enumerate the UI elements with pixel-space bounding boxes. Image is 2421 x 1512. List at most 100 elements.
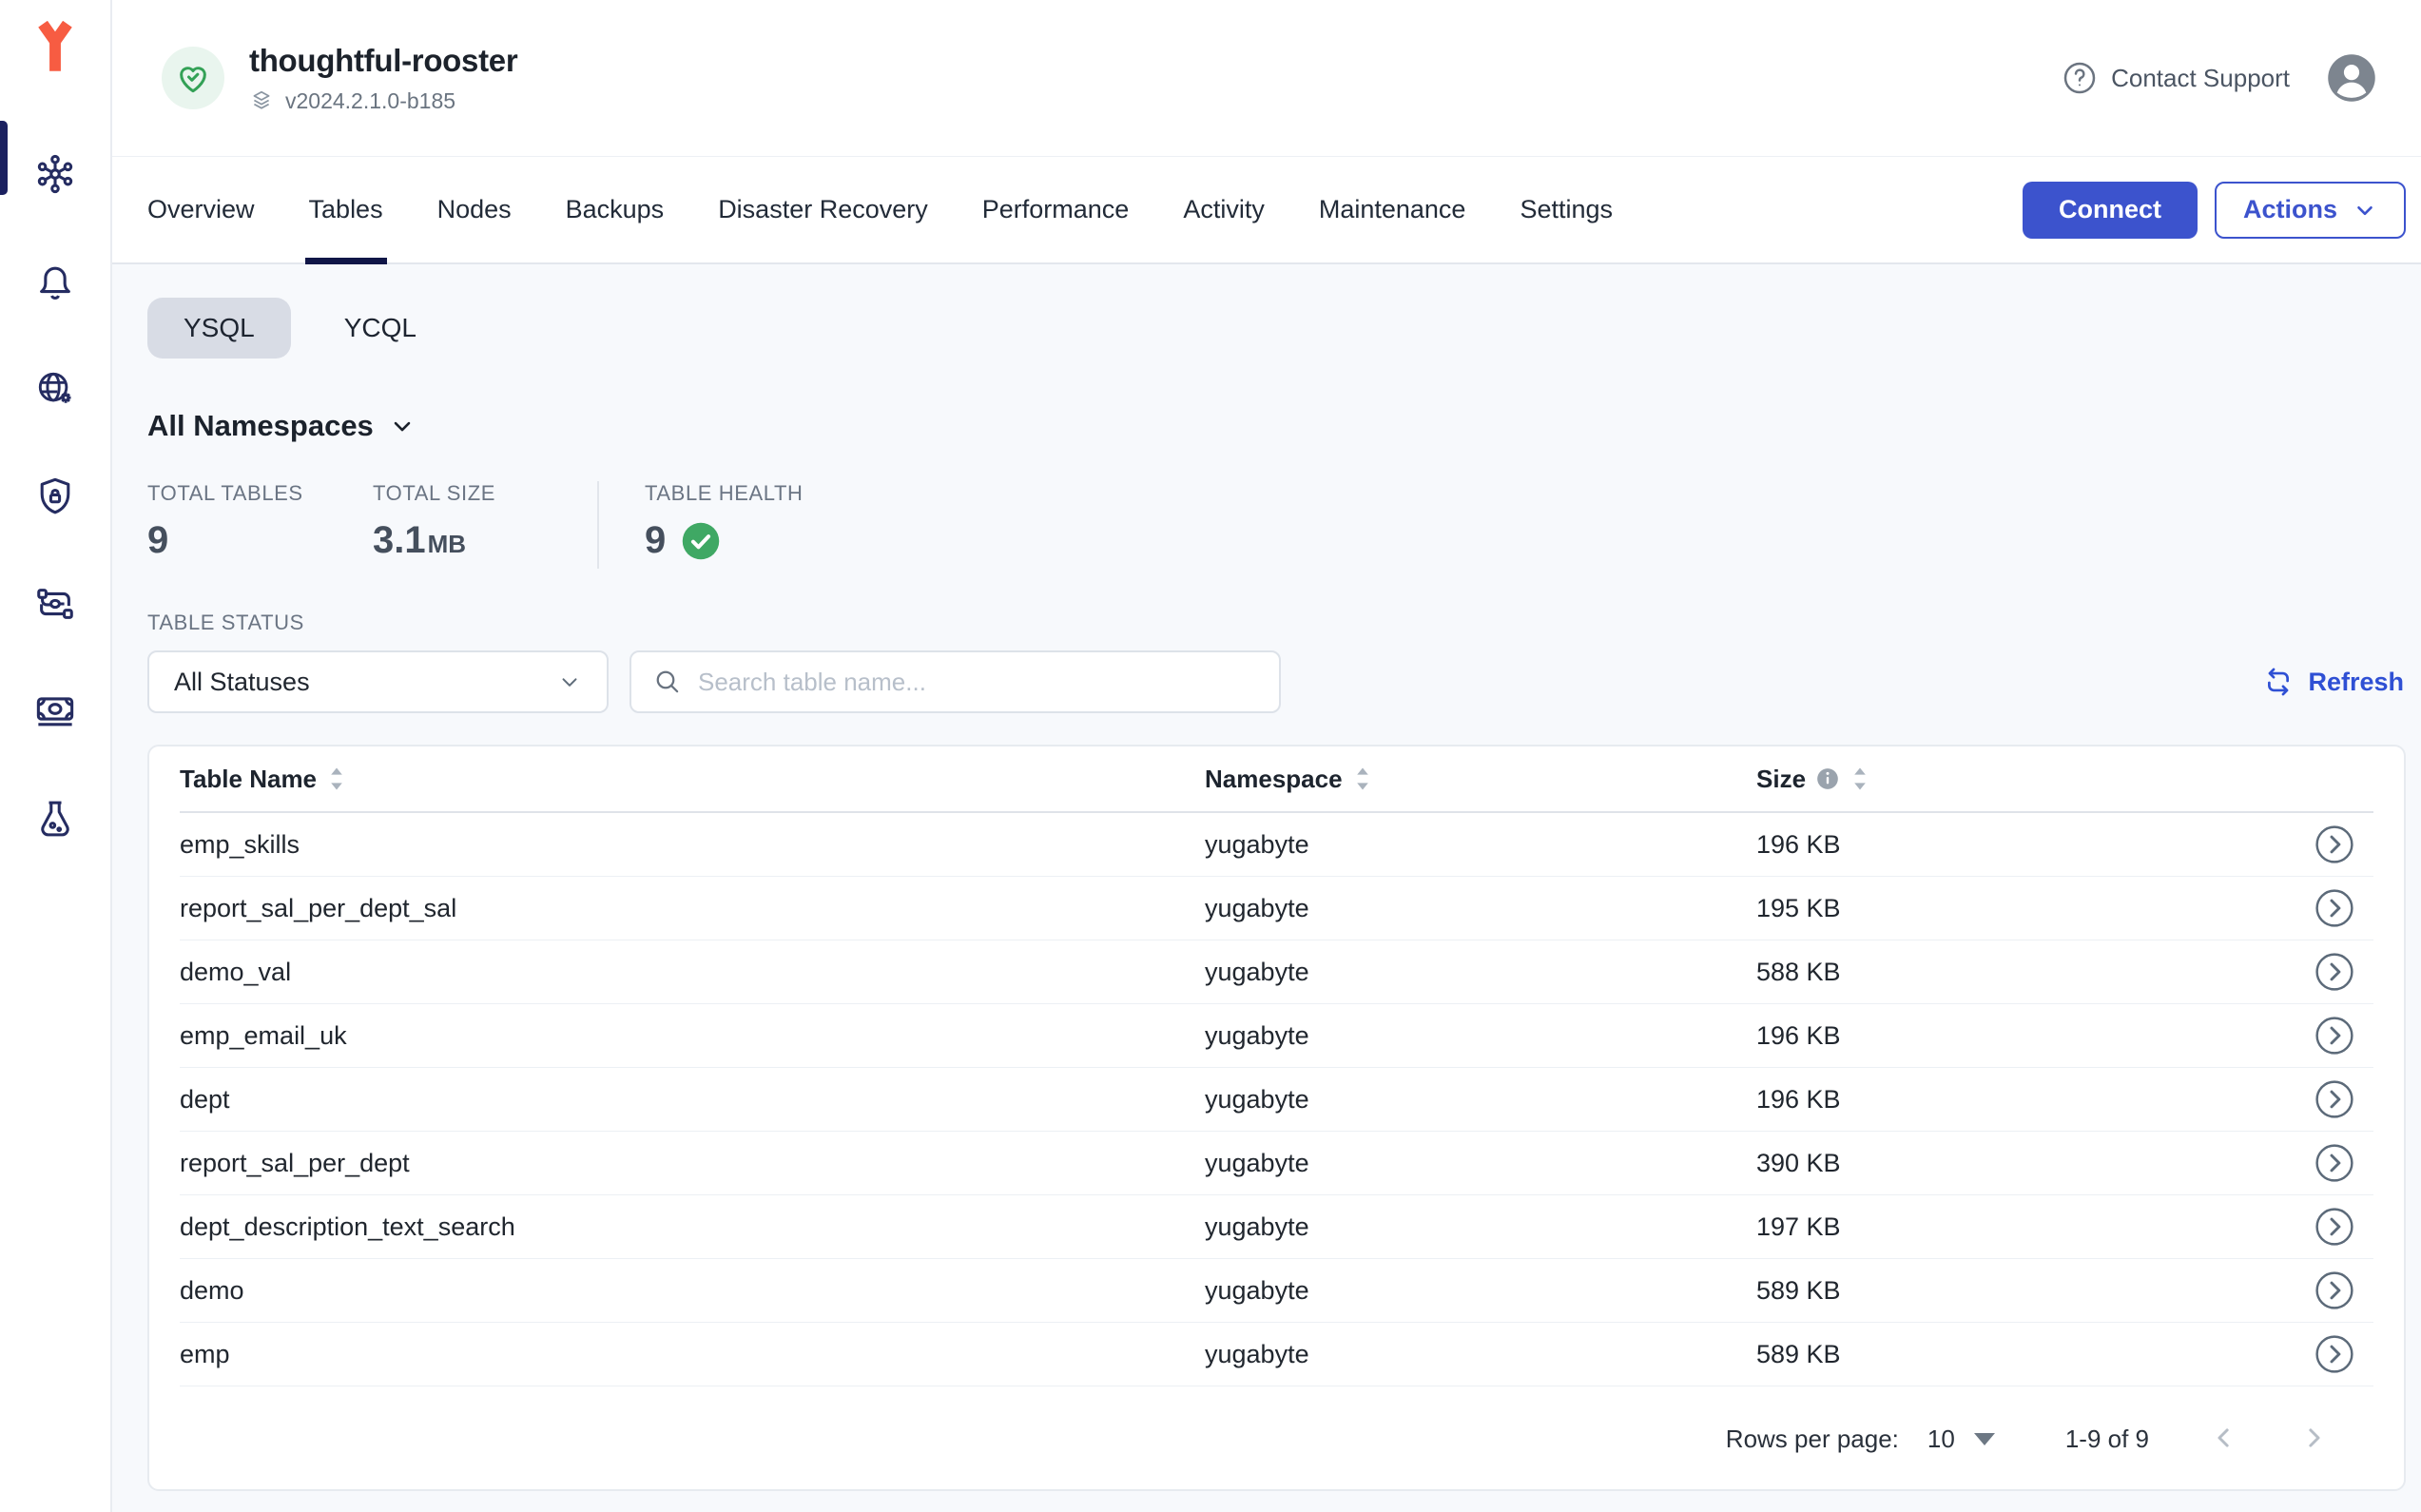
actions-button-label: Actions <box>2243 195 2337 224</box>
stat-total-tables-value: 9 <box>147 519 373 562</box>
contact-support-link[interactable]: Contact Support <box>2061 59 2290 97</box>
table-status-select[interactable]: All Statuses <box>147 650 609 713</box>
row-detail-button[interactable] <box>2314 1079 2354 1119</box>
chevron-right-icon <box>2299 1424 2328 1452</box>
tab-settings[interactable]: Settings <box>1520 157 1613 262</box>
sidebar <box>0 0 112 1512</box>
billing-money-icon[interactable] <box>33 689 77 733</box>
yugabyte-logo[interactable] <box>29 21 81 74</box>
cell-table-name: emp_skills <box>180 830 1205 860</box>
cell-table-name: emp_email_uk <box>180 1021 1205 1051</box>
table-search-input[interactable] <box>698 668 1258 697</box>
table-row[interactable]: emp_skills yugabyte 196 KB <box>180 813 2373 877</box>
search-icon <box>652 667 683 697</box>
rows-per-page-label: Rows per page: <box>1726 1425 1899 1454</box>
tab-disaster-recovery[interactable]: Disaster Recovery <box>718 157 928 262</box>
filter-row: All Statuses Refresh <box>147 650 2406 713</box>
cell-namespace: yugabyte <box>1205 1212 1756 1242</box>
info-icon[interactable] <box>1815 766 1840 791</box>
caret-down-icon <box>1974 1433 1995 1445</box>
sidebar-nav <box>33 152 77 841</box>
contact-support-label: Contact Support <box>2111 64 2290 93</box>
tables-content: YSQL YCQL All Namespaces TOTAL TABLES 9 … <box>112 264 2421 1512</box>
cell-namespace: yugabyte <box>1205 1276 1756 1306</box>
table-row[interactable]: demo_val yugabyte 588 KB <box>180 940 2373 1004</box>
row-detail-button[interactable] <box>2314 952 2354 992</box>
tab-nodes[interactable]: Nodes <box>437 157 512 262</box>
cell-table-name: demo_val <box>180 958 1205 987</box>
table-header-row: Table Name Namespace Size <box>180 746 2373 813</box>
stat-total-size-unit: MB <box>428 530 466 562</box>
rows-per-page-value: 10 <box>1927 1425 1955 1454</box>
table-row[interactable]: report_sal_per_dept_sal yugabyte 195 KB <box>180 877 2373 940</box>
stats-divider <box>597 481 599 569</box>
row-detail-button[interactable] <box>2314 824 2354 864</box>
tab-backups[interactable]: Backups <box>566 157 665 262</box>
layers-version-icon <box>249 88 274 113</box>
table-stats: TOTAL TABLES 9 TOTAL SIZE 3.1 MB TABLE H… <box>147 481 2406 569</box>
tables-card: Table Name Namespace Size <box>147 745 2406 1491</box>
actions-button[interactable]: Actions <box>2215 182 2406 239</box>
refresh-label: Refresh <box>2308 668 2404 697</box>
cell-size: 195 KB <box>1756 894 2232 923</box>
api-tab-ycql[interactable]: YCQL <box>308 298 453 359</box>
cluster-health-badge <box>162 47 224 109</box>
tab-overview[interactable]: Overview <box>147 157 255 262</box>
stat-total-size: TOTAL SIZE 3.1 MB <box>373 481 567 562</box>
refresh-button[interactable]: Refresh <box>2262 666 2404 698</box>
security-shield-lock-icon[interactable] <box>33 475 77 518</box>
row-detail-button[interactable] <box>2314 1143 2354 1183</box>
table-row[interactable]: emp yugabyte 589 KB <box>180 1323 2373 1386</box>
stat-table-health: TABLE HEALTH 9 <box>645 481 804 562</box>
pagination-range: 1-9 of 9 <box>2065 1425 2149 1454</box>
cell-size: 196 KB <box>1756 1085 2232 1115</box>
column-header-namespace-label: Namespace <box>1205 765 1343 794</box>
table-row[interactable]: dept_description_text_search yugabyte 19… <box>180 1195 2373 1259</box>
namespace-selector[interactable]: All Namespaces <box>147 409 2406 443</box>
labs-flask-icon[interactable] <box>33 797 77 841</box>
cluster-hub-icon[interactable] <box>33 152 77 196</box>
cell-size: 196 KB <box>1756 830 2232 860</box>
row-detail-button[interactable] <box>2314 888 2354 928</box>
column-header-namespace[interactable]: Namespace <box>1205 765 1756 794</box>
next-page-button[interactable] <box>2299 1424 2328 1455</box>
tab-activity[interactable]: Activity <box>1183 157 1265 262</box>
cell-namespace: yugabyte <box>1205 1340 1756 1369</box>
cell-namespace: yugabyte <box>1205 958 1756 987</box>
rows-per-page-select[interactable]: 10 <box>1927 1425 1995 1454</box>
tab-performance[interactable]: Performance <box>982 157 1130 262</box>
stat-table-health-value: 9 <box>645 519 666 562</box>
health-check-icon <box>681 521 721 561</box>
tab-maintenance[interactable]: Maintenance <box>1319 157 1466 262</box>
row-detail-button[interactable] <box>2314 1334 2354 1374</box>
column-header-table-name-label: Table Name <box>180 765 317 794</box>
table-row[interactable]: dept yugabyte 196 KB <box>180 1068 2373 1132</box>
column-header-table-name[interactable]: Table Name <box>180 765 1205 794</box>
cell-table-name: dept <box>180 1085 1205 1115</box>
cell-table-name: dept_description_text_search <box>180 1212 1205 1242</box>
row-detail-button[interactable] <box>2314 1270 2354 1310</box>
previous-page-button[interactable] <box>2210 1424 2238 1455</box>
stat-total-size-label: TOTAL SIZE <box>373 481 567 506</box>
table-row[interactable]: demo yugabyte 589 KB <box>180 1259 2373 1323</box>
alerts-bell-icon[interactable] <box>33 260 77 303</box>
namespace-selector-label: All Namespaces <box>147 409 374 443</box>
sort-icon <box>1352 766 1373 791</box>
network-globe-gear-icon[interactable] <box>33 367 77 411</box>
column-header-size[interactable]: Size <box>1756 765 2232 794</box>
tab-tables[interactable]: Tables <box>309 157 383 262</box>
row-detail-button[interactable] <box>2314 1207 2354 1247</box>
question-circle-icon <box>2061 59 2099 97</box>
chevron-down-icon <box>557 669 582 694</box>
refresh-icon <box>2262 666 2295 698</box>
api-tab-ysql[interactable]: YSQL <box>147 298 291 359</box>
cell-size: 589 KB <box>1756 1340 2232 1369</box>
user-avatar[interactable] <box>2326 52 2377 104</box>
connect-button[interactable]: Connect <box>2023 182 2198 239</box>
table-status-label: TABLE STATUS <box>147 611 2406 635</box>
table-row[interactable]: emp_email_uk yugabyte 196 KB <box>180 1004 2373 1068</box>
integrations-flow-icon[interactable] <box>33 582 77 626</box>
row-detail-button[interactable] <box>2314 1016 2354 1056</box>
table-row[interactable]: report_sal_per_dept yugabyte 390 KB <box>180 1132 2373 1195</box>
api-toggle: YSQL YCQL <box>147 298 2406 359</box>
